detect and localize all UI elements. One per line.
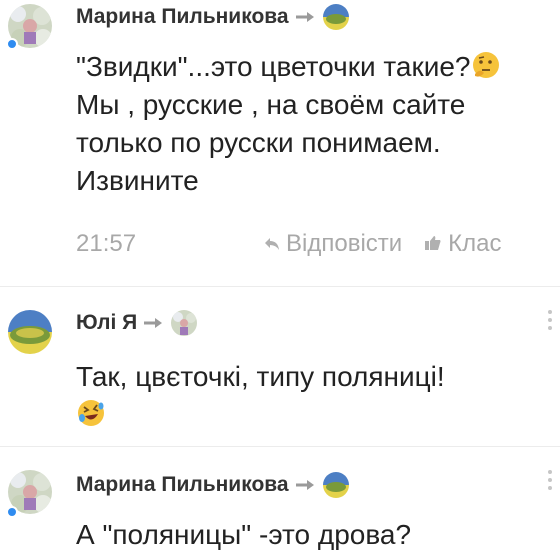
replied-to-avatar[interactable] [171,310,198,336]
avatar[interactable] [8,310,52,354]
comment-header: Марина Пильникова [76,2,349,32]
comment-text-part: Мы , русские , на своём сайте только по … [76,89,466,196]
online-status-indicator [6,506,18,518]
reply-button[interactable]: Відповісти [264,230,402,258]
reply-arrow-icon [295,10,317,24]
dot [548,318,552,322]
thinking-face-icon [471,50,501,80]
reply-label: Відповісти [286,230,403,257]
comment-menu-button[interactable] [548,470,554,490]
dot [548,310,552,314]
comment-menu-button[interactable] [548,310,554,330]
comment-header: Юлі Я [76,308,198,338]
divider [0,446,560,447]
comment-time: 21:57 [76,230,137,257]
dot [548,486,552,490]
divider [0,286,560,287]
reply-arrow-icon [295,478,317,492]
rolling-on-floor-laughing-icon [76,398,106,428]
author-name[interactable]: Марина Пильникова [76,473,289,497]
comment-text-part: А "поляницы" -это дрова? [76,519,412,550]
comment-text-part: "Звидки"...это цветочки такие? [76,51,471,82]
comment-text: "Звидки"...это цветочки такие? Мы , русс… [76,48,546,200]
comment-text-part: Так, цвєточкі, типу поляниці! [76,361,445,392]
replied-to-avatar[interactable] [322,472,349,498]
author-name[interactable]: Юлі Я [76,311,137,335]
comment-meta: 21:57 Відповісти Клас [76,228,552,260]
comment-text: А "поляницы" -это дрова? [76,516,546,554]
online-status-indicator [6,38,18,50]
comment-text: Так, цвєточкі, типу поляниці! [76,358,546,434]
dot [548,326,552,330]
dot [548,470,552,474]
like-label: Клас [448,230,502,257]
thumbs-up-icon [424,230,442,258]
dot [548,478,552,482]
comment-thread: Марина Пильникова "Звидки"...это цветочк… [0,0,560,560]
reply-arrow-icon [143,316,165,330]
replied-to-avatar[interactable] [322,4,349,30]
author-name[interactable]: Марина Пильникова [76,5,289,29]
like-button[interactable]: Клас [424,230,502,258]
comment-header: Марина Пильникова [76,470,349,500]
reply-icon [264,230,280,258]
